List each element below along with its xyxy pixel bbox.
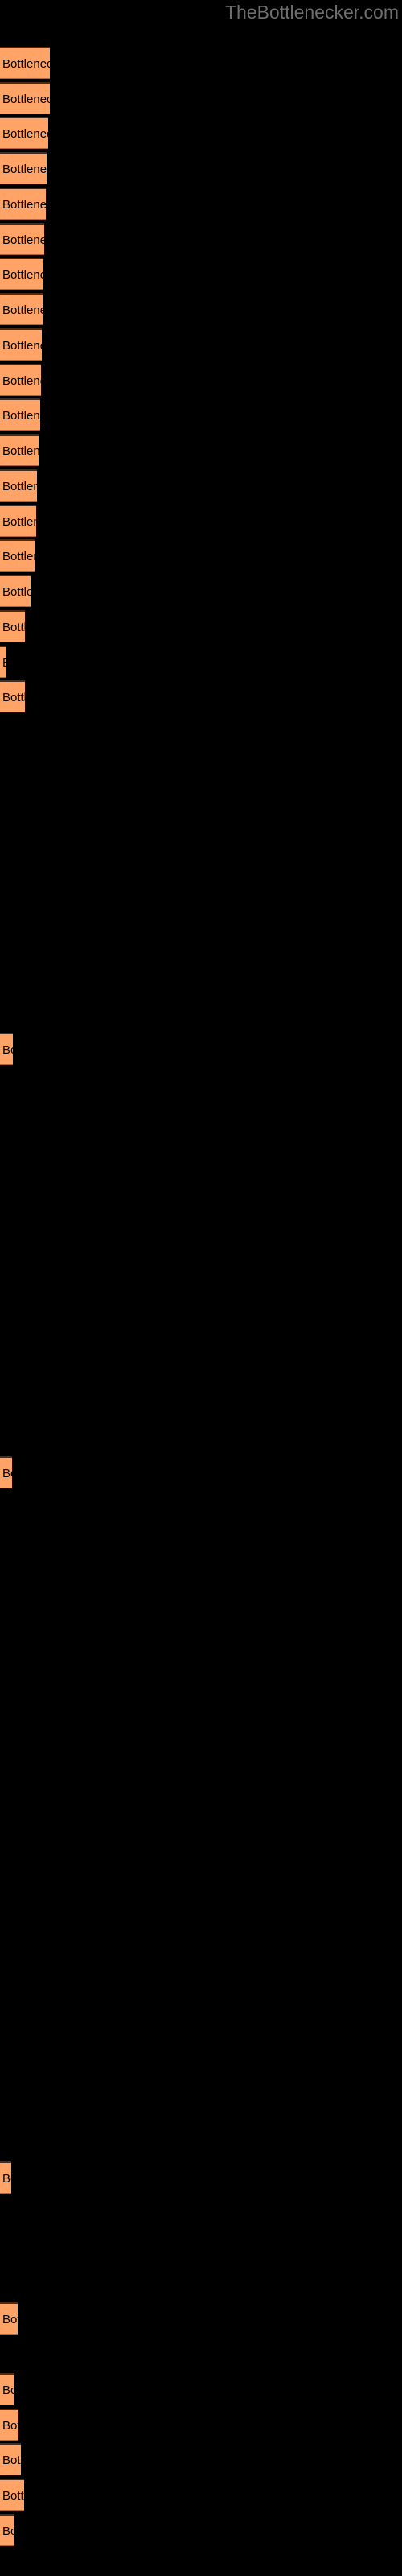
bar-label: Bottleneck result: [2, 268, 43, 282]
bar-label: Bottleneck result: [2, 163, 47, 176]
bar-label: Bottleneck result: [2, 691, 25, 704]
bar-label-clip: Bottleneck result: [0, 2304, 18, 2336]
bar-label-clip: Bottleneck result: [0, 1458, 12, 1490]
bar-label: Bottleneck result: [2, 585, 31, 599]
bar-label: Bottleneck result: [2, 2454, 21, 2467]
bar-label: Bottleneck result: [2, 550, 35, 564]
chart-page: TheBottlenecker.com Bottleneck resultBot…: [0, 0, 402, 2576]
bar-label-clip: Bottleneck result: [0, 400, 40, 432]
bar[interactable]: Bottleneck result: [0, 364, 41, 396]
bar-label: Bottleneck result: [2, 515, 36, 529]
bar-label-clip: Bottleneck result: [0, 2516, 14, 2548]
bar-label-clip: Bottleneck result: [0, 541, 35, 573]
bar-label-clip: Bottleneck result: [0, 436, 39, 468]
bar-label: Bottleneck result: [2, 374, 41, 388]
bar-label: Bottleneck result: [2, 1467, 12, 1480]
bar[interactable]: Bottleneck result: [0, 610, 25, 642]
bar-label-clip: Bottleneck result: [0, 154, 47, 186]
bar-label-clip: Bottleneck result: [0, 118, 48, 151]
bar[interactable]: Bottleneck result: [0, 2302, 18, 2334]
bar-label: Bottleneck result: [2, 2419, 18, 2433]
bar-label-clip: Bottleneck result: [0, 471, 37, 503]
bar-label-clip: Bottleneck result: [0, 647, 6, 679]
bar-label-clip: Bottleneck result: [0, 365, 41, 398]
bar-label-clip: Bottleneck result: [0, 295, 43, 327]
bar-label-clip: Bottleneck result: [0, 225, 44, 257]
bar-label-clip: Bottleneck result: [0, 506, 36, 539]
bar[interactable]: Bottleneck result: [0, 258, 43, 290]
bar[interactable]: Bottleneck result: [0, 1033, 13, 1065]
bar-label-clip: Bottleneck result: [0, 259, 43, 291]
bar[interactable]: Bottleneck result: [0, 505, 36, 537]
bar-chart-plot-area: Bottleneck result Bottleneck result Bottle…: [0, 0, 402, 2576]
bar[interactable]: Bottleneck result: [0, 2443, 21, 2475]
bar-label: Bottleneck result: [2, 2384, 14, 2397]
bar-label: Bottleneck result: [2, 647, 6, 679]
bar-label-clip: Bottleneck result: [0, 2480, 24, 2512]
bar[interactable]: Bottleneck result: [0, 2514, 14, 2546]
bar-label-clip: Bottleneck result: [0, 612, 25, 644]
bar-label-clip: Bottleneck result: [0, 84, 50, 116]
bar[interactable]: Bottleneck result: [0, 2409, 18, 2441]
bar-label-clip: Bottleneck result: [0, 2410, 18, 2442]
bar[interactable]: Bottleneck result: [0, 680, 25, 712]
bar[interactable]: Bottleneck result: [0, 469, 37, 502]
bar[interactable]: Bottleneck result: [0, 2161, 11, 2194]
bar-label-clip: Bottleneck result: [0, 48, 50, 80]
bar[interactable]: Bottleneck result: [0, 398, 40, 431]
bar[interactable]: Bottleneck result: [0, 82, 50, 114]
bar[interactable]: Bottleneck result: [0, 646, 6, 678]
bar-label: Bottleneck result: [2, 2313, 18, 2326]
bar-label: Bottleneck result: [2, 233, 44, 247]
bar-label-clip: Bottleneck result: [0, 330, 42, 362]
bar-label: Bottleneck result: [2, 480, 37, 493]
bar-label: Bottleneck result: [2, 57, 50, 71]
bar[interactable]: Bottleneck result: [0, 1456, 12, 1488]
bar-label: Bottleneck result: [2, 1043, 13, 1057]
bar[interactable]: Bottleneck result: [0, 434, 39, 466]
bar-label: Bottleneck result: [2, 2524, 14, 2538]
bar-label-clip: Bottleneck result: [0, 682, 25, 714]
bar[interactable]: Bottleneck result: [0, 2479, 24, 2511]
bar-label: Bottleneck result: [2, 444, 39, 458]
bar[interactable]: Bottleneck result: [0, 47, 50, 79]
bar-label-clip: Bottleneck result: [0, 1034, 13, 1067]
bar-label: Bottleneck result: [2, 93, 50, 106]
bar-label: Bottleneck result: [2, 2489, 24, 2503]
bar[interactable]: Bottleneck result: [0, 117, 48, 149]
bar-label: Bottleneck result: [2, 303, 43, 317]
bar-label: Bottleneck result: [2, 621, 25, 634]
bar[interactable]: Bottleneck result: [0, 575, 31, 607]
bar-label: Bottleneck result: [2, 127, 48, 141]
bar-label-clip: Bottleneck result: [0, 2163, 11, 2195]
bar-label: Bottleneck result: [2, 2172, 11, 2186]
bar-label-clip: Bottleneck result: [0, 189, 46, 221]
bar-label: Bottleneck result: [2, 339, 42, 353]
bar[interactable]: Bottleneck result: [0, 152, 47, 184]
bar[interactable]: Bottleneck result: [0, 223, 44, 255]
bar-label-clip: Bottleneck result: [0, 2445, 21, 2477]
bar-label: Bottleneck result: [2, 409, 40, 423]
bar-label-clip: Bottleneck result: [0, 2375, 14, 2407]
bar-label: Bottleneck result: [2, 198, 46, 212]
bar[interactable]: Bottleneck result: [0, 539, 35, 572]
bar[interactable]: Bottleneck result: [0, 293, 43, 325]
bar-label-clip: Bottleneck result: [0, 576, 31, 609]
bar[interactable]: Bottleneck result: [0, 328, 42, 361]
bar[interactable]: Bottleneck result: [0, 188, 46, 220]
bar[interactable]: Bottleneck result: [0, 2373, 14, 2405]
